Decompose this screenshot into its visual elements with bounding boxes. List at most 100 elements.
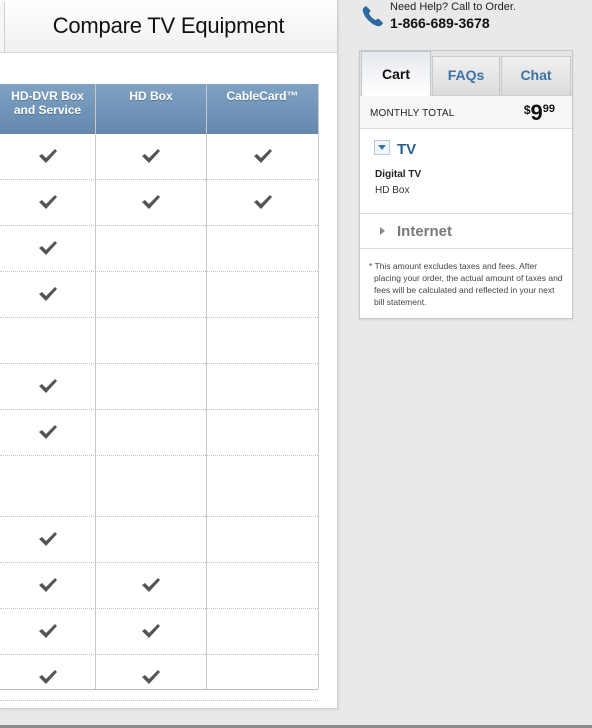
- price-cents: 99: [542, 103, 555, 115]
- tv-service-name: Digital TV: [375, 169, 422, 180]
- cart-section-internet[interactable]: Internet: [360, 214, 572, 249]
- checkmark-icon: [142, 669, 160, 684]
- table-cell: [207, 410, 318, 455]
- table-cell: [207, 456, 318, 516]
- table-cell: [0, 456, 95, 516]
- checkmark-icon: [142, 194, 160, 209]
- table-cell: [0, 517, 95, 562]
- table-bottom-border: [0, 689, 318, 690]
- tab-cart[interactable]: Cart: [361, 51, 431, 96]
- table-cell: [0, 364, 95, 409]
- checkmark-icon: [38, 424, 57, 439]
- table-row: [0, 364, 318, 410]
- column-header-label: CableCard™: [226, 89, 299, 103]
- monthly-total-row: MONTHLY TOTAL $999: [360, 96, 572, 129]
- table-cell: [0, 609, 95, 654]
- checkmark-icon: [38, 240, 57, 255]
- page-title: Compare TV Equipment: [52, 13, 285, 38]
- table-cell: [0, 410, 95, 455]
- tv-equipment-name: HD Box: [375, 185, 410, 196]
- table-cell: [0, 655, 95, 700]
- table-cell: [207, 517, 318, 562]
- table-cell: [0, 563, 95, 608]
- tv-collapse-toggle[interactable]: [374, 140, 390, 155]
- table-row: [0, 456, 318, 517]
- checkmark-icon: [38, 669, 57, 684]
- checkmark-icon: [38, 194, 57, 209]
- checkmark-icon: [38, 531, 57, 546]
- table-row: [0, 517, 318, 563]
- help-text: Need Help? Call to Order.: [390, 1, 516, 13]
- column-header-hd-box: HD Box: [96, 84, 206, 134]
- compare-panel: Compare TV Equipment HD-DVR Box and Serv…: [0, 0, 338, 709]
- table-cell: [0, 318, 95, 363]
- comparison-table: [0, 134, 318, 701]
- table-cell: [207, 226, 318, 271]
- table-row: [0, 563, 318, 609]
- column-header-label: HD Box: [129, 89, 173, 103]
- cart-tabs: Cart FAQs Chat: [360, 51, 572, 96]
- tv-section-title[interactable]: TV: [397, 141, 416, 158]
- table-row: [0, 180, 318, 226]
- price-currency: $: [523, 103, 531, 117]
- table-row: [0, 134, 318, 180]
- checkmark-icon: [38, 577, 57, 592]
- table-row: [0, 609, 318, 655]
- table-row: [0, 226, 318, 272]
- table-cell: [0, 180, 95, 225]
- table-row: [0, 272, 318, 318]
- column-header-cablecard: CableCard™: [207, 84, 318, 134]
- tab-faqs[interactable]: FAQs: [432, 56, 500, 95]
- table-cell: [96, 180, 206, 225]
- table-cell: [96, 456, 206, 516]
- table-cell: [0, 272, 95, 317]
- checkmark-icon: [38, 623, 57, 638]
- triangle-right-icon: [380, 227, 385, 235]
- table-cell: [207, 655, 318, 700]
- help-phone-number[interactable]: 1-866-689-3678: [390, 15, 490, 31]
- checkmark-icon: [253, 194, 272, 209]
- cart-section-tv: TV Digital TV HD Box: [360, 129, 572, 214]
- table-row: [0, 410, 318, 456]
- table-row: [0, 655, 318, 701]
- tab-chat[interactable]: Chat: [501, 56, 571, 95]
- cart-widget: Cart FAQs Chat MONTHLY TOTAL $999 TV Dig…: [359, 50, 573, 319]
- table-cell: [0, 134, 95, 179]
- table-row: [0, 318, 318, 364]
- checkmark-icon: [253, 148, 272, 163]
- table-cell: [96, 272, 206, 317]
- phone-icon: [362, 6, 383, 27]
- table-cell: [96, 364, 206, 409]
- table-cell: [207, 563, 318, 608]
- table-cell: [207, 318, 318, 363]
- checkmark-icon: [142, 577, 160, 592]
- table-cell: [207, 134, 318, 179]
- tax-disclaimer: * This amount excludes taxes and fees. A…: [369, 261, 563, 307]
- table-cell: [207, 364, 318, 409]
- table-cell: [207, 609, 318, 654]
- table-cell: [0, 226, 95, 271]
- table-cell: [96, 517, 206, 562]
- table-cell: [96, 318, 206, 363]
- table-cell: [96, 226, 206, 271]
- checkmark-icon: [38, 148, 57, 163]
- checkmark-icon: [142, 148, 160, 163]
- table-cell: [207, 180, 318, 225]
- triangle-down-icon: [378, 145, 386, 150]
- table-cell: [96, 134, 206, 179]
- table-cell: [96, 410, 206, 455]
- monthly-total-price: $999: [524, 100, 555, 126]
- table-cell: [96, 609, 206, 654]
- table-cell: [207, 272, 318, 317]
- price-dollars: 9: [530, 100, 543, 125]
- column-headers: HD-DVR Box and Service HD Box CableCard™: [0, 84, 318, 134]
- table-cell: [96, 563, 206, 608]
- table-cell: [96, 655, 206, 700]
- checkmark-icon: [142, 623, 160, 638]
- panel-header: Compare TV Equipment: [0, 0, 337, 53]
- monthly-total-label: MONTHLY TOTAL: [370, 108, 455, 119]
- column-divider: [318, 84, 319, 689]
- internet-section-title: Internet: [397, 223, 453, 240]
- checkmark-icon: [38, 286, 57, 301]
- checkmark-icon: [38, 378, 57, 393]
